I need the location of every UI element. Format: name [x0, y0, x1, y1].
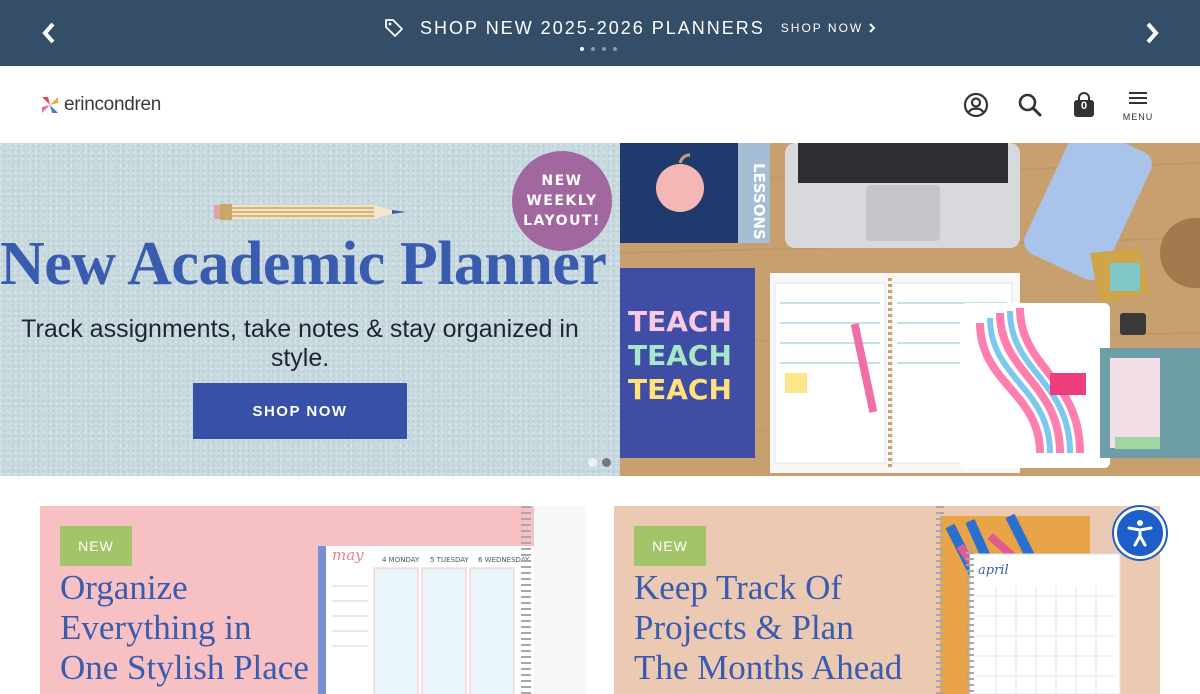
chevron-right-icon [1146, 22, 1159, 44]
chevron-left-icon [42, 22, 55, 44]
account-button[interactable] [961, 90, 991, 120]
cart-button[interactable]: 0 [1069, 90, 1099, 120]
announcement-dot-1[interactable] [580, 47, 584, 51]
search-icon [1018, 93, 1042, 117]
site-logo[interactable]: erincondren [40, 94, 161, 116]
announcement-prev-button[interactable] [34, 18, 64, 48]
hero-subtitle: Track assignments, take notes & stay org… [21, 315, 579, 372]
logo-mark-icon [42, 97, 58, 113]
logo-text: erincondren [64, 94, 162, 115]
promo-title: Keep Track Of Projects & Plan The Months… [634, 568, 903, 687]
announcement-shop-now-link[interactable]: SHOP NOW [781, 21, 876, 35]
new-badge: NEW [634, 526, 706, 566]
hamburger-menu-icon [1129, 92, 1147, 104]
announcement-text[interactable]: SHOP NEW 2025-2026 PLANNERS [420, 18, 765, 39]
planner-month-label: may [332, 546, 364, 564]
badge-line-1: NEW [541, 173, 583, 189]
tag-icon [385, 19, 403, 37]
cart-count: 0 [1080, 100, 1088, 112]
announcement-dot-2[interactable] [591, 47, 595, 51]
teach-cover-line-2: TEACH [628, 339, 732, 372]
desk-flatlay-illustration: LESSONS TEACH TEACH TEACH [620, 143, 1200, 476]
new-badge: NEW [60, 526, 132, 566]
promo-title: Organize Everything in One Stylish Place [60, 568, 309, 687]
hero-product-image: LESSONS TEACH TEACH TEACH [620, 143, 1200, 476]
search-button[interactable] [1015, 90, 1045, 120]
promo-card-organize[interactable]: may 4 MONDAY 5 TUESDAY 6 WEDNESDAY 7 NEW… [40, 506, 586, 694]
lessons-spine-text: LESSONS [750, 163, 768, 240]
hero-shop-now-button[interactable]: SHOP NOW [193, 383, 407, 439]
daily-planner-illustration: may 4 MONDAY 5 TUESDAY 6 WEDNESDAY 7 [318, 506, 586, 694]
promo-card-projects[interactable]: april NEW Keep Track Of Projects & Plan … [614, 506, 1160, 694]
pencil-illustration [214, 204, 406, 220]
chevron-right-small-icon [869, 23, 876, 33]
hero-dot-1[interactable] [588, 458, 597, 467]
menu-label: MENU [1122, 112, 1154, 122]
calendar-month-label: april [978, 563, 1009, 578]
menu-button[interactable]: MENU [1120, 91, 1156, 122]
badge-line-2: WEEKLY [526, 193, 598, 209]
hero-banner: NEW WEEKLY LAYOUT! New Academic Planner … [0, 143, 1200, 476]
hero-pagination [588, 458, 611, 467]
hero-text-panel: NEW WEEKLY LAYOUT! New Academic Planner … [0, 143, 620, 476]
account-icon [963, 92, 989, 118]
planner-day-1: 4 MONDAY [382, 556, 420, 564]
site-header: erincondren 0 MENU [0, 66, 1200, 143]
teach-cover-line-1: TEACH [628, 305, 732, 338]
announcement-dot-3[interactable] [602, 47, 606, 51]
hero-title: New Academic Planner [0, 230, 607, 298]
accessibility-icon [1127, 520, 1153, 547]
announcement-dot-4[interactable] [613, 47, 617, 51]
announcement-pagination [580, 47, 617, 51]
announcement-next-button[interactable] [1137, 18, 1167, 48]
accessibility-button[interactable] [1114, 507, 1166, 559]
announcement-link-label: SHOP NOW [780, 21, 864, 35]
announcement-bar: SHOP NEW 2025-2026 PLANNERS SHOP NOW [0, 0, 1200, 66]
hero-dot-2[interactable] [602, 458, 611, 467]
badge-line-3: LAYOUT! [523, 213, 601, 229]
teach-cover-line-3: TEACH [628, 373, 732, 406]
planner-day-2: 5 TUESDAY [430, 556, 469, 564]
announcement-message: SHOP NEW 2025-2026 PLANNERS SHOP NOW [384, 16, 876, 40]
